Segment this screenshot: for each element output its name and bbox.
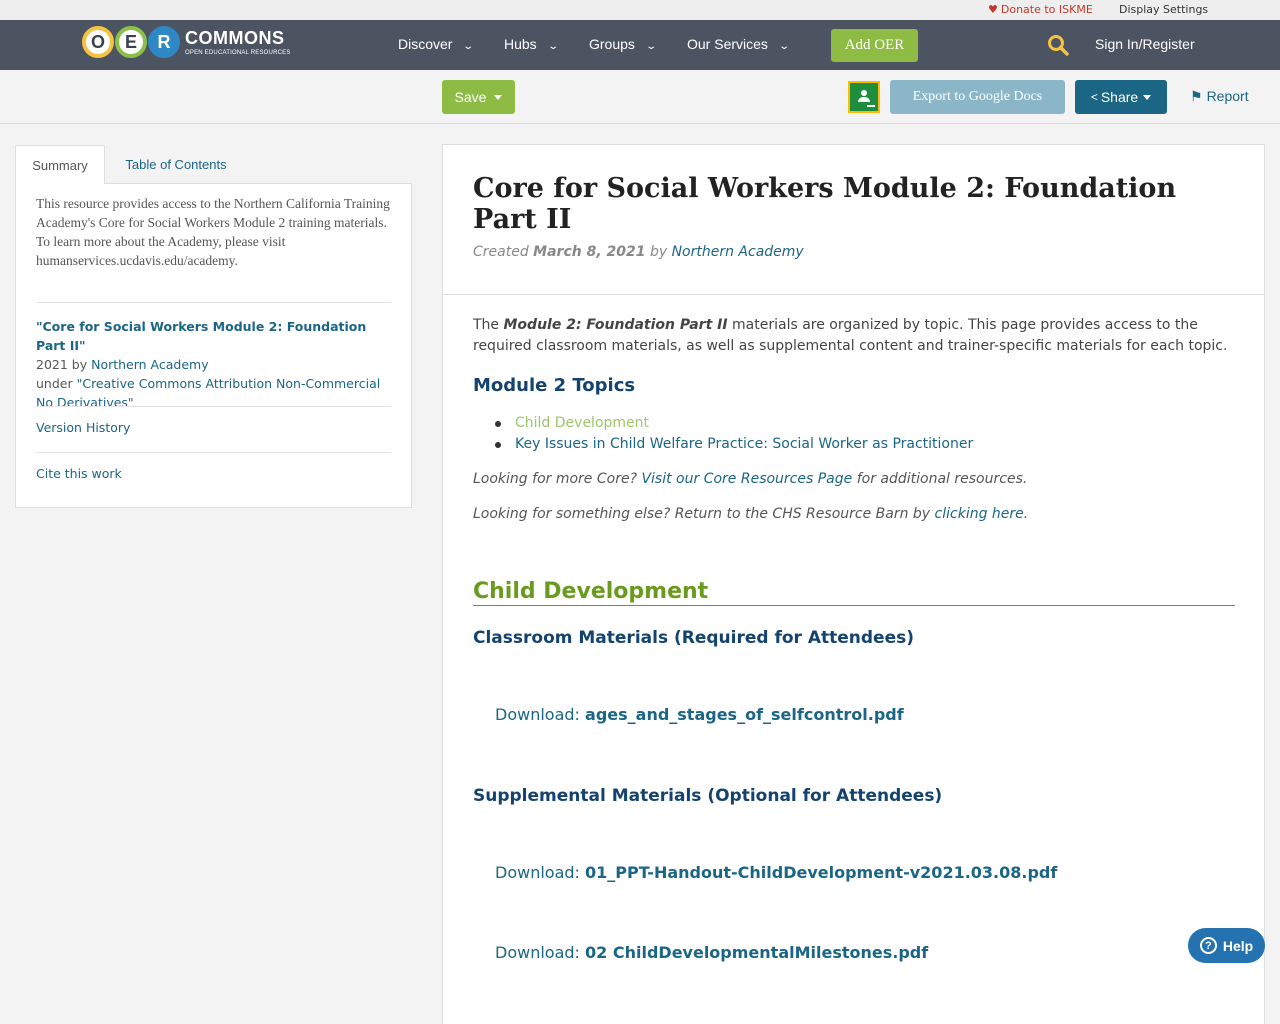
logo-letter-o: O xyxy=(82,26,114,58)
report-link[interactable]: ⚑ Report xyxy=(1190,88,1249,105)
citation-title-link[interactable]: "Core for Social Workers Module 2: Found… xyxy=(36,317,396,355)
core-resources-link[interactable]: Visit our Core Resources Page xyxy=(641,471,852,487)
tab-summary[interactable]: Summary xyxy=(15,145,105,184)
section-heading-child-development: Child Development xyxy=(473,579,1235,606)
intro-paragraph: The Module 2: Foundation Part II materia… xyxy=(473,317,1228,354)
nav-discover[interactable]: Discover ⌄ xyxy=(398,36,475,52)
share-button[interactable]: < Share xyxy=(1075,80,1167,114)
oer-commons-logo[interactable]: O E R COMMONS OPEN EDUCATIONAL RESOURCES xyxy=(82,25,291,59)
chevron-down-icon: ⌄ xyxy=(778,41,790,52)
flag-icon: ⚑ xyxy=(1190,88,1203,104)
page-title: Core for Social Workers Module 2: Founda… xyxy=(473,173,1177,235)
logo-name: COMMONS xyxy=(185,27,285,48)
display-settings-link[interactable]: Display Settings xyxy=(1119,3,1208,16)
search-icon[interactable] xyxy=(1047,34,1069,56)
logo-tagline: OPEN EDUCATIONAL RESOURCES xyxy=(185,49,291,56)
export-google-docs-button[interactable]: Export to Google Docs xyxy=(890,80,1065,114)
divider xyxy=(36,452,391,453)
resource-description: This resource provides access to the Nor… xyxy=(36,196,390,268)
chevron-down-icon: ⌄ xyxy=(462,41,475,52)
download-link[interactable]: Download: 02 ChildDevelopmentalMilestone… xyxy=(495,943,928,962)
caret-down-icon xyxy=(494,94,503,100)
add-oer-button[interactable]: Add OER xyxy=(831,29,918,62)
logo-wordmark: COMMONS OPEN EDUCATIONAL RESOURCES xyxy=(185,29,291,56)
resource-toolbar: Save Export to Google Docs < Share ⚑ Repor… xyxy=(0,70,1280,124)
nav-groups[interactable]: Groups ⌄ xyxy=(589,36,657,52)
nav-hubs[interactable]: Hubs ⌄ xyxy=(504,36,559,52)
cite-this-work-link[interactable]: Cite this work xyxy=(36,466,122,481)
donate-link[interactable]: ♥ Donate to ISKME xyxy=(988,3,1093,16)
resource-barn-line: Looking for something else? Return to th… xyxy=(473,506,1029,522)
topics-list: Child Development Key Issues in Child We… xyxy=(473,413,973,455)
supplemental-materials-heading: Supplemental Materials (Optional for Att… xyxy=(473,786,943,806)
summary-panel: This resource provides access to the Nor… xyxy=(15,183,412,508)
save-button[interactable]: Save xyxy=(442,80,515,114)
main-navigation: O E R COMMONS OPEN EDUCATIONAL RESOURCES… xyxy=(0,20,1280,70)
download-link[interactable]: Download: 01_PPT-Handout-ChildDevelopmen… xyxy=(495,863,1057,882)
question-icon: ? xyxy=(1199,937,1217,954)
license-link[interactable]: "Creative Commons Attribution Non-Commer… xyxy=(36,376,380,410)
citation-block: "Core for Social Workers Module 2: Found… xyxy=(36,317,396,412)
author-link[interactable]: Northern Academy xyxy=(672,244,804,260)
tab-table-of-contents[interactable]: Table of Contents xyxy=(110,145,242,184)
resource-header: Core for Social Workers Module 2: Founda… xyxy=(443,145,1264,295)
resource-content: Core for Social Workers Module 2: Founda… xyxy=(442,144,1265,1024)
topics-heading: Module 2 Topics xyxy=(473,375,636,396)
topic-link-child-development[interactable]: Child Development xyxy=(473,413,973,434)
logo-letter-e: E xyxy=(115,26,147,58)
heart-icon: ♥ xyxy=(988,3,998,16)
google-classroom-icon[interactable] xyxy=(848,81,880,113)
caret-down-icon xyxy=(1143,94,1152,100)
utility-bar: ♥ Donate to ISKME Display Settings xyxy=(0,0,1280,20)
share-icon: < xyxy=(1090,90,1098,104)
help-button[interactable]: ? Help xyxy=(1188,928,1265,963)
logo-letter-r: R xyxy=(148,26,180,58)
version-history-link[interactable]: Version History xyxy=(36,420,130,435)
topic-link-key-issues[interactable]: Key Issues in Child Welfare Practice: So… xyxy=(473,434,973,455)
created-date: March 8, 2021 xyxy=(533,244,646,260)
nav-our-services[interactable]: Our Services ⌄ xyxy=(687,36,790,52)
classroom-materials-heading: Classroom Materials (Required for Attend… xyxy=(473,628,915,648)
divider xyxy=(36,406,391,407)
chevron-down-icon: ⌄ xyxy=(645,41,657,52)
created-line: Created March 8, 2021 by Northern Academ… xyxy=(473,244,804,260)
divider xyxy=(36,302,391,303)
download-link[interactable]: Download: ages_and_stages_of_selfcontrol… xyxy=(495,705,904,724)
more-core-line: Looking for more Core? Visit our Core Re… xyxy=(473,471,1028,487)
clicking-here-link[interactable]: clicking here xyxy=(935,506,1024,522)
chevron-down-icon: ⌄ xyxy=(547,41,559,52)
sign-in-register-link[interactable]: Sign In/Register xyxy=(1095,36,1195,52)
citation-author-link[interactable]: Northern Academy xyxy=(91,357,209,372)
